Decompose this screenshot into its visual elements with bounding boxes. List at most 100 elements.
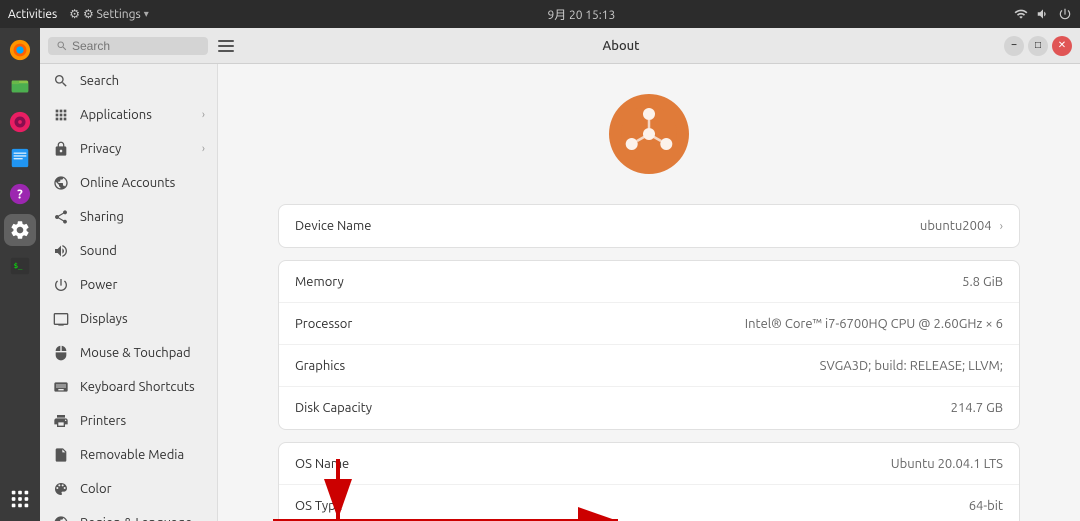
memory-row: Memory 5.8 GiB (279, 261, 1019, 303)
sidebar-item-keyboard[interactable]: Keyboard Shortcuts (40, 370, 217, 404)
sidebar-item-label: Applications (80, 108, 152, 122)
main-panel: Device Name ubuntu2004 › Memory 5.8 GiB … (218, 64, 1080, 521)
applications-icon (52, 106, 70, 124)
minimize-button[interactable]: − (1004, 36, 1024, 56)
sidebar-item-label: Search (80, 74, 119, 88)
dock-icon-firefox[interactable] (4, 34, 36, 66)
topbar: Activities ⚙ ⚙ Settings ▾ 9月 20 15:13 (0, 0, 1080, 28)
sidebar-item-label: Displays (80, 312, 128, 326)
keyboard-icon (52, 378, 70, 396)
sidebar-item-power[interactable]: Power (40, 268, 217, 302)
disk-label: Disk Capacity (295, 401, 455, 415)
device-name-chevron: › (1000, 220, 1003, 233)
sidebar-item-label: Keyboard Shortcuts (80, 380, 195, 394)
graphics-row: Graphics SVGA3D; build: RELEASE; LLVM; (279, 345, 1019, 387)
dock-icon-music[interactable] (4, 106, 36, 138)
device-name-row[interactable]: Device Name ubuntu2004 › (279, 205, 1019, 247)
graphics-value: SVGA3D; build: RELEASE; LLVM; (820, 359, 1003, 373)
os-info-card: OS Name Ubuntu 20.04.1 LTS OS Type 64-bi… (278, 442, 1020, 521)
sidebar-item-removable-media[interactable]: Removable Media (40, 438, 217, 472)
topbar-settings-label: ⚙ Settings (83, 7, 141, 21)
removable-media-icon (52, 446, 70, 464)
dock-icon-settings[interactable] (4, 214, 36, 246)
processor-label: Processor (295, 317, 455, 331)
sidebar-item-label: Color (80, 482, 112, 496)
sidebar-item-online-accounts[interactable]: Online Accounts (40, 166, 217, 200)
sidebar-item-color[interactable]: Color (40, 472, 217, 506)
settings-content: Search Applications › Privacy › (40, 64, 1080, 521)
dock-icon-files[interactable] (4, 70, 36, 102)
disk-row: Disk Capacity 214.7 GB (279, 387, 1019, 429)
region-icon (52, 514, 70, 521)
svg-text:$_: $_ (14, 261, 23, 270)
processor-row: Processor Intel® Core™ i7-6700HQ CPU @ 2… (279, 303, 1019, 345)
os-name-value: Ubuntu 20.04.1 LTS (891, 457, 1003, 471)
hardware-info-card: Memory 5.8 GiB Processor Intel® Core™ i7… (278, 260, 1020, 430)
search-box[interactable] (48, 37, 208, 55)
mouse-icon (52, 344, 70, 362)
settings-window: About − □ ✕ Search (40, 28, 1080, 521)
sidebar-item-label: Region & Language (80, 516, 192, 521)
chevron-right-icon: › (202, 109, 205, 121)
printers-icon (52, 412, 70, 430)
chevron-down-icon: ▾ (144, 8, 149, 20)
sidebar-item-label: Privacy (80, 142, 121, 156)
maximize-button[interactable]: □ (1028, 36, 1048, 56)
ubuntu-logo (278, 94, 1020, 174)
color-icon (52, 480, 70, 498)
os-type-label: OS Type (295, 499, 455, 513)
memory-value: 5.8 GiB (962, 275, 1003, 289)
os-type-value: 64-bit (969, 499, 1003, 513)
topbar-settings[interactable]: ⚙ ⚙ Settings ▾ (69, 7, 149, 21)
dock-icon-help[interactable]: ? (4, 178, 36, 210)
dock-icon-terminal[interactable]: $_ (4, 250, 36, 282)
ubuntu-logo-svg (619, 104, 679, 164)
sidebar-item-privacy[interactable]: Privacy › (40, 132, 217, 166)
sidebar-item-sharing[interactable]: Sharing (40, 200, 217, 234)
close-button[interactable]: ✕ (1052, 36, 1072, 56)
dock-icon-appgrid[interactable] (4, 483, 36, 515)
privacy-icon (52, 140, 70, 158)
sidebar-item-label: Power (80, 278, 117, 292)
settings-titlebar: About − □ ✕ (40, 28, 1080, 64)
activities-button[interactable]: Activities (8, 8, 57, 21)
network-icon (1014, 7, 1028, 21)
disk-value: 214.7 GB (951, 401, 1003, 415)
gear-icon: ⚙ (69, 7, 80, 21)
sharing-icon (52, 208, 70, 226)
sidebar-item-region[interactable]: Region & Language (40, 506, 217, 521)
sidebar-item-displays[interactable]: Displays (40, 302, 217, 336)
os-type-row: OS Type 64-bit (279, 485, 1019, 521)
sidebar-item-sound[interactable]: Sound (40, 234, 217, 268)
sidebar-item-label: Printers (80, 414, 126, 428)
device-name-label: Device Name (295, 219, 455, 233)
sidebar-item-printers[interactable]: Printers (40, 404, 217, 438)
os-name-label: OS Name (295, 457, 455, 471)
sidebar: Search Applications › Privacy › (40, 64, 218, 521)
sidebar-item-search[interactable]: Search (40, 64, 217, 98)
memory-label: Memory (295, 275, 455, 289)
processor-value: Intel® Core™ i7-6700HQ CPU @ 2.60GHz × 6 (745, 317, 1003, 331)
sidebar-item-mouse[interactable]: Mouse & Touchpad (40, 336, 217, 370)
power-icon (52, 276, 70, 294)
sound-icon (52, 242, 70, 260)
dock-icon-writer[interactable] (4, 142, 36, 174)
svg-text:?: ? (17, 188, 23, 202)
power-icon (1058, 7, 1072, 21)
volume-icon (1036, 7, 1050, 21)
chevron-right-icon: › (202, 143, 205, 155)
search-icon (52, 72, 70, 90)
sidebar-item-label: Mouse & Touchpad (80, 346, 191, 360)
dock: ? $_ (0, 28, 40, 521)
search-input[interactable] (72, 39, 192, 53)
hamburger-button[interactable] (214, 34, 238, 58)
window-title: About (603, 39, 640, 53)
displays-icon (52, 310, 70, 328)
sidebar-item-label: Sharing (80, 210, 124, 224)
device-name-value: ubuntu2004 (920, 219, 992, 233)
sidebar-item-label: Sound (80, 244, 117, 258)
device-name-card: Device Name ubuntu2004 › (278, 204, 1020, 248)
sidebar-item-label: Online Accounts (80, 176, 175, 190)
search-icon (56, 40, 68, 52)
sidebar-item-applications[interactable]: Applications › (40, 98, 217, 132)
